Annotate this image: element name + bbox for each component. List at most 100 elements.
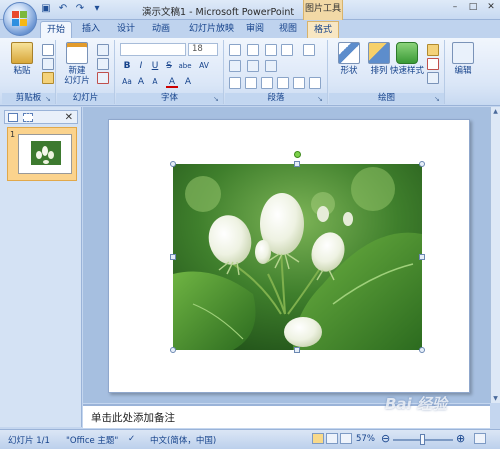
- paste-button[interactable]: 粘贴: [4, 42, 40, 76]
- language-indicator[interactable]: 中文(简体，中国): [150, 434, 216, 446]
- customize-qat-icon[interactable]: ▾: [91, 3, 103, 15]
- office-button[interactable]: [3, 2, 37, 36]
- panel-tabs: ✕: [4, 110, 78, 124]
- zoom-out-icon[interactable]: ⊖: [381, 432, 390, 445]
- shadow-button[interactable]: abe: [177, 60, 193, 72]
- paragraph-launcher-icon[interactable]: ↘: [317, 95, 325, 103]
- smartart-icon[interactable]: [265, 60, 277, 72]
- grow-font-button[interactable]: A: [135, 76, 147, 88]
- window-controls: – □ ✕: [446, 0, 500, 16]
- normal-view-button[interactable]: [312, 433, 324, 444]
- align-left-icon[interactable]: [229, 77, 241, 89]
- font-group: 18 B I U S abe AV Aa A A A A 字体 ↘: [116, 40, 224, 104]
- quick-style-icon: [396, 42, 418, 64]
- align-text-icon[interactable]: [247, 60, 259, 72]
- zoom-in-icon[interactable]: ⊕: [456, 432, 465, 445]
- status-bar: 幻灯片 1/1 "Office 主题" ✓ 中文(简体，中国) 57% ⊖ ⊕: [0, 429, 500, 449]
- undo-icon[interactable]: ↶: [57, 3, 69, 15]
- numbering-icon[interactable]: [247, 44, 259, 56]
- justify-icon[interactable]: [277, 77, 289, 89]
- resize-handle-s[interactable]: [294, 347, 300, 353]
- slide-canvas[interactable]: [108, 119, 470, 393]
- minimize-icon[interactable]: –: [446, 0, 464, 16]
- quick-style-button[interactable]: 快速样式: [387, 42, 427, 76]
- tab-view[interactable]: 视图: [273, 21, 303, 38]
- redo-icon[interactable]: ↷: [74, 3, 86, 15]
- copy-icon[interactable]: [42, 58, 54, 70]
- increase-indent-icon[interactable]: [281, 44, 293, 56]
- scroll-up-icon[interactable]: ▲: [491, 107, 500, 116]
- ribbon-tabs: 开始 插入 设计 动画 幻灯片放映 审阅 视图 格式: [0, 20, 500, 38]
- font-size-field[interactable]: 18: [188, 43, 218, 56]
- tab-review[interactable]: 审阅: [240, 21, 270, 38]
- maximize-icon[interactable]: □: [464, 0, 482, 16]
- vertical-scrollbar[interactable]: ▲ ▼: [490, 107, 500, 403]
- save-icon[interactable]: ▣: [40, 3, 52, 15]
- slide-counter: 幻灯片 1/1: [8, 436, 50, 446]
- new-slide-button[interactable]: 新建 幻灯片: [59, 42, 95, 86]
- drawing-launcher-icon[interactable]: ↘: [434, 95, 442, 103]
- jasmine-picture[interactable]: [173, 164, 422, 350]
- slide-thumbnail: [18, 134, 72, 174]
- bullets-icon[interactable]: [229, 44, 241, 56]
- resize-handle-n[interactable]: [294, 161, 300, 167]
- tab-animation[interactable]: 动画: [146, 21, 176, 38]
- font-launcher-icon[interactable]: ↘: [213, 95, 221, 103]
- ribbon: 粘贴 剪贴板 ↘ 新建 幻灯片 幻灯片 18 B I U S abe AV Aa…: [0, 38, 500, 106]
- decrease-indent-icon[interactable]: [265, 44, 277, 56]
- slide-sorter-button[interactable]: [326, 433, 338, 444]
- resize-handle-sw[interactable]: [170, 347, 176, 353]
- shape-fill-icon[interactable]: [427, 44, 439, 56]
- tab-format[interactable]: 格式: [307, 21, 340, 38]
- strikethrough-button[interactable]: S: [163, 60, 175, 72]
- tab-insert[interactable]: 插入: [76, 21, 106, 38]
- resize-handle-w[interactable]: [170, 254, 176, 260]
- shapes-icon: [338, 42, 360, 64]
- align-center-icon[interactable]: [245, 77, 257, 89]
- resize-handle-nw[interactable]: [170, 161, 176, 167]
- clipboard-launcher-icon[interactable]: ↘: [45, 95, 53, 103]
- bold-button[interactable]: B: [121, 60, 133, 72]
- resize-handle-se[interactable]: [419, 347, 425, 353]
- close-icon[interactable]: ✕: [482, 0, 500, 16]
- font-name-field[interactable]: [120, 43, 186, 56]
- distribute-icon[interactable]: [293, 77, 305, 89]
- tab-home[interactable]: 开始: [40, 21, 73, 38]
- editing-button[interactable]: 编辑: [445, 42, 481, 76]
- shape-outline-icon[interactable]: [427, 58, 439, 70]
- delete-slide-icon[interactable]: [97, 72, 109, 84]
- slides-tab-icon[interactable]: [8, 113, 18, 122]
- window-title: 演示文稿1 - Microsoft PowerPoint: [142, 7, 295, 18]
- slide-thumbnail-selected[interactable]: 1: [7, 127, 77, 181]
- rotation-handle[interactable]: [294, 151, 301, 158]
- layout-icon[interactable]: [97, 44, 109, 56]
- text-direction-icon[interactable]: [229, 60, 241, 72]
- columns-icon[interactable]: [309, 77, 321, 89]
- notes-placeholder: 单击此处添加备注: [91, 412, 175, 424]
- resize-handle-ne[interactable]: [419, 161, 425, 167]
- panel-close-icon[interactable]: ✕: [65, 111, 73, 124]
- italic-button[interactable]: I: [135, 60, 147, 72]
- cut-icon[interactable]: [42, 44, 54, 56]
- underline-button[interactable]: U: [149, 60, 161, 72]
- char-spacing-button[interactable]: AV: [196, 60, 212, 72]
- shape-effects-icon[interactable]: [427, 72, 439, 84]
- font-color-button[interactable]: A: [166, 76, 178, 88]
- resize-handle-e[interactable]: [419, 254, 425, 260]
- reset-icon[interactable]: [97, 58, 109, 70]
- tab-design[interactable]: 设计: [111, 21, 141, 38]
- slideshow-view-button[interactable]: [340, 433, 352, 444]
- line-spacing-icon[interactable]: [303, 44, 315, 56]
- clear-format-button[interactable]: A: [182, 76, 194, 88]
- fit-to-window-button[interactable]: [474, 433, 486, 444]
- zoom-level[interactable]: 57%: [356, 434, 375, 444]
- outline-tab-icon[interactable]: [23, 113, 33, 122]
- case-button[interactable]: Aa: [121, 76, 133, 88]
- spellcheck-icon[interactable]: ✓: [128, 434, 135, 444]
- shrink-font-button[interactable]: A: [149, 76, 161, 88]
- format-painter-icon[interactable]: [42, 72, 54, 84]
- tab-slideshow[interactable]: 幻灯片放映: [183, 21, 240, 38]
- align-right-icon[interactable]: [261, 77, 273, 89]
- zoom-slider-thumb[interactable]: [420, 434, 425, 445]
- scroll-down-icon[interactable]: ▼: [491, 394, 500, 403]
